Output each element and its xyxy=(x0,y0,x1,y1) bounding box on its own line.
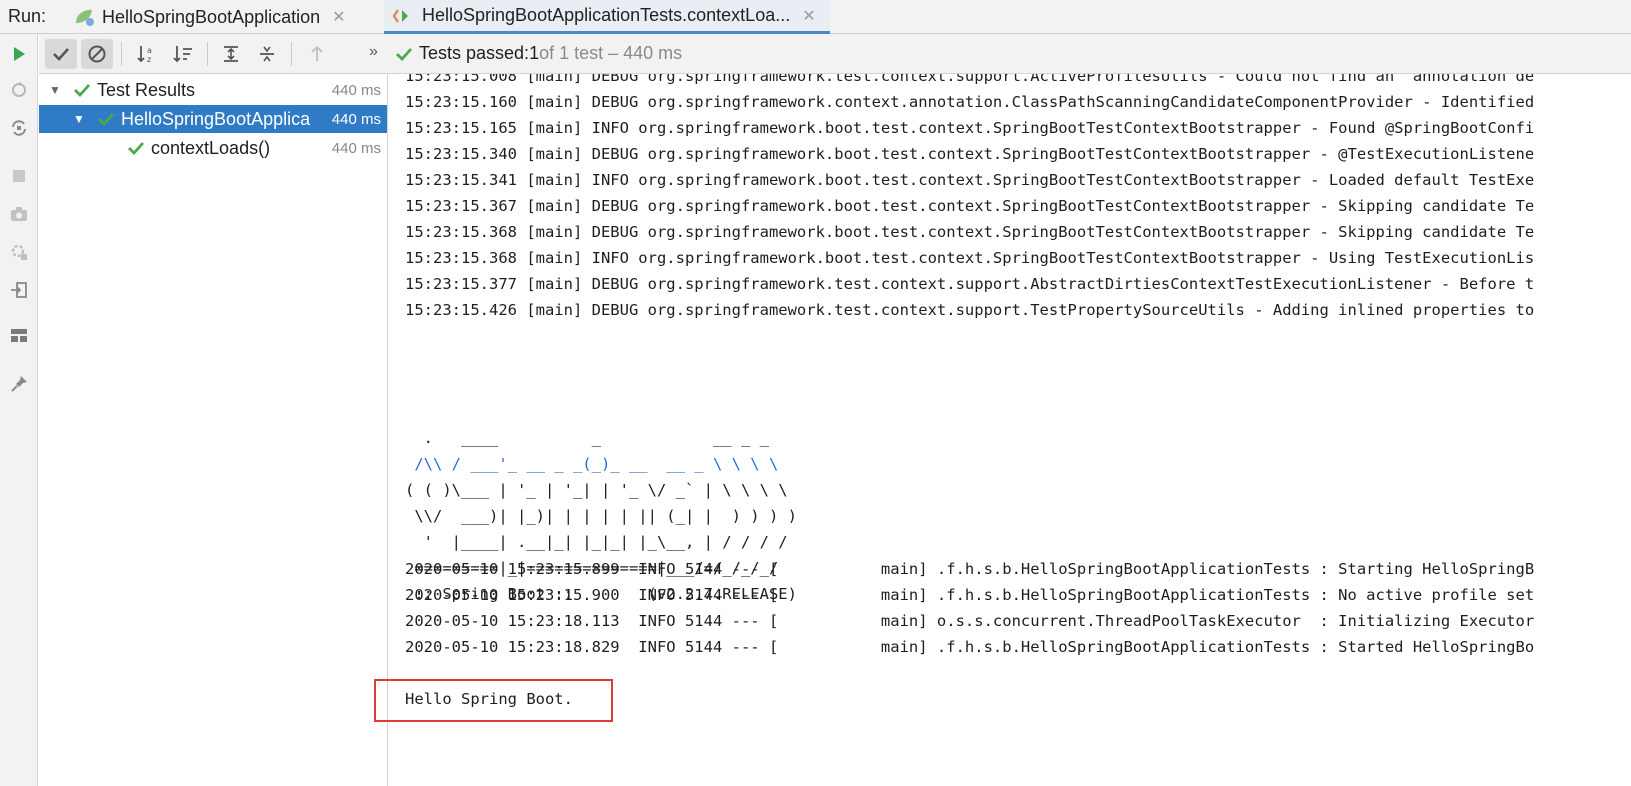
test-status: Tests passed: 1 of 1 test – 440 ms xyxy=(395,43,682,64)
debug-log-lines: 15:23:15.008 [main] DEBUG org.springfram… xyxy=(405,74,1534,323)
log-line: 2020-05-10 15:23:18.113 INFO 5144 --- [ … xyxy=(405,612,1535,630)
log-line: 15:23:15.340 [main] DEBUG org.springfram… xyxy=(405,145,1535,163)
test-results-tree: ▼ Test Results 440 ms ▼ HelloSpringBootA… xyxy=(39,74,388,786)
check-icon xyxy=(396,47,413,61)
log-line: 2020-05-10 15:23:18.829 INFO 5144 --- [ … xyxy=(405,638,1535,656)
log-line: 15:23:15.341 [main] INFO org.springframe… xyxy=(405,171,1535,189)
status-prefix: Tests passed: xyxy=(419,43,530,63)
status-suffix: of 1 test – 440 ms xyxy=(539,43,683,63)
run-label: Run: xyxy=(8,6,47,26)
log-line: 15:23:15.008 [main] DEBUG org.springfram… xyxy=(405,74,1535,85)
show-ignored-icon[interactable] xyxy=(81,39,113,69)
svg-text:z: z xyxy=(147,55,151,64)
settings-bug-icon[interactable] xyxy=(7,240,31,264)
tree-row-duration: 440 ms xyxy=(331,81,381,99)
tree-row-label: HelloSpringBootApplica xyxy=(121,108,311,129)
log-line: 15:23:15.165 [main] INFO org.springframe… xyxy=(405,119,1535,137)
more-actions-chevron-icon[interactable]: » xyxy=(369,43,378,61)
expand-all-icon[interactable] xyxy=(215,39,247,69)
test-toolbar: az » Tests passed: 1 of 1 test – 440 ms xyxy=(39,34,1631,74)
boot-log-lines: 2020-05-10 15:23:15.899 INFO 5144 --- [ … xyxy=(405,556,1534,660)
log-line: 15:23:15.377 [main] DEBUG org.springfram… xyxy=(405,275,1535,293)
camera-icon[interactable] xyxy=(7,202,31,226)
exit-icon[interactable] xyxy=(7,278,31,302)
expand-arrow-icon[interactable]: ▼ xyxy=(73,112,85,126)
tab-hello-spring-boot-application[interactable]: HelloSpringBootApplication ✕ xyxy=(72,0,346,34)
tree-row-duration: 440 ms xyxy=(331,139,381,157)
banner-line: ( ( )\___ | '_ | '_| | '_ \/ _` | \ \ \ … xyxy=(405,481,788,499)
log-line: 15:23:15.368 [main] INFO org.springframe… xyxy=(405,249,1535,267)
rerun-failed-icon[interactable] xyxy=(7,78,31,102)
tree-row-context-loads[interactable]: contextLoads() 440 ms xyxy=(39,134,387,162)
collapse-all-icon[interactable] xyxy=(251,39,283,69)
log-line: 2020-05-10 15:23:15.899 INFO 5144 --- [ … xyxy=(405,560,1535,578)
log-line: 15:23:15.368 [main] DEBUG org.springfram… xyxy=(405,223,1535,241)
test-run-icon xyxy=(392,6,416,26)
close-icon[interactable]: ✕ xyxy=(802,6,815,26)
log-line: 15:23:15.367 [main] DEBUG org.springfram… xyxy=(405,197,1535,215)
banner-line: \\/ ___)| |_)| | | | | || (_| | ) ) ) ) xyxy=(405,507,797,525)
status-count: 1 xyxy=(529,43,540,63)
layout-icon[interactable] xyxy=(7,324,31,348)
banner-line: . ____ _ __ _ _ xyxy=(405,429,769,447)
check-icon xyxy=(98,113,115,127)
log-line: 15:23:15.426 [main] DEBUG org.springfram… xyxy=(405,301,1535,319)
tree-row-test-results[interactable]: ▼ Test Results 440 ms xyxy=(39,76,387,104)
toolbar-separator xyxy=(121,42,122,66)
run-side-toolbar xyxy=(0,34,38,786)
toolbar-separator xyxy=(291,42,292,66)
tree-row-test-class[interactable]: ▼ HelloSpringBootApplica 440 ms xyxy=(39,105,387,133)
tab-label: HelloSpringBootApplicationTests.contextL… xyxy=(422,5,791,25)
expand-arrow-icon[interactable]: ▼ xyxy=(49,83,61,97)
highlight-box xyxy=(374,679,613,722)
check-icon xyxy=(74,84,91,98)
log-line: 15:23:15.160 [main] DEBUG org.springfram… xyxy=(405,93,1535,111)
tab-label: HelloSpringBootApplication xyxy=(102,6,321,27)
banner-line: ' |____| .__|_| |_|_| |_\__, | / / / / xyxy=(405,533,788,551)
stop-icon[interactable] xyxy=(7,164,31,188)
run-tab-bar: Run: HelloSpringBootApplication ✕ HelloS… xyxy=(0,0,1631,34)
tree-row-label: Test Results xyxy=(97,79,196,100)
tree-row-duration: 440 ms xyxy=(331,110,381,128)
close-icon[interactable]: ✕ xyxy=(332,7,345,27)
show-passed-icon[interactable] xyxy=(45,39,77,69)
sort-by-duration-icon[interactable] xyxy=(167,39,199,69)
toolbar-separator xyxy=(207,42,208,66)
check-icon xyxy=(128,142,145,156)
rerun-icon[interactable] xyxy=(7,42,31,66)
banner-line: /\\ / ___'_ __ _ _(_)_ __ __ _ \ \ \ \ xyxy=(405,455,779,473)
log-line: 2020-05-10 15:23:15.900 INFO 5144 --- [ … xyxy=(405,586,1535,604)
sort-alphabetically-icon[interactable]: az xyxy=(131,39,163,69)
toggle-auto-test-icon[interactable] xyxy=(7,116,31,140)
pin-icon[interactable] xyxy=(7,372,31,396)
tab-hello-spring-boot-application-tests[interactable]: HelloSpringBootApplicationTests.contextL… xyxy=(384,0,830,34)
spring-app-icon xyxy=(72,7,96,27)
previous-failed-test-icon[interactable] xyxy=(301,39,333,69)
tree-row-label: contextLoads() xyxy=(151,137,271,158)
svg-text:a: a xyxy=(147,46,152,55)
